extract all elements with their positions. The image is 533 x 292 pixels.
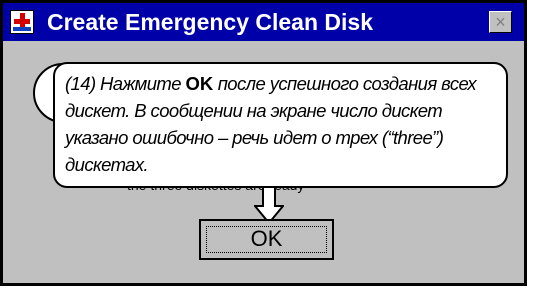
callout-text: (14) Нажмите OK после успешного создания… xyxy=(65,73,477,175)
ok-button[interactable]: OK xyxy=(199,219,334,260)
close-button[interactable]: × xyxy=(489,11,512,33)
instruction-callout: (14) Нажмите OK после успешного создания… xyxy=(53,62,508,188)
dialog-window: Create Emergency Clean Disk × the three … xyxy=(0,0,527,286)
window-title: Create Emergency Clean Disk xyxy=(47,9,373,35)
title-bar[interactable]: Create Emergency Clean Disk × xyxy=(3,3,524,41)
first-aid-disk-icon xyxy=(10,10,34,34)
ok-button-label: OK xyxy=(250,226,283,251)
